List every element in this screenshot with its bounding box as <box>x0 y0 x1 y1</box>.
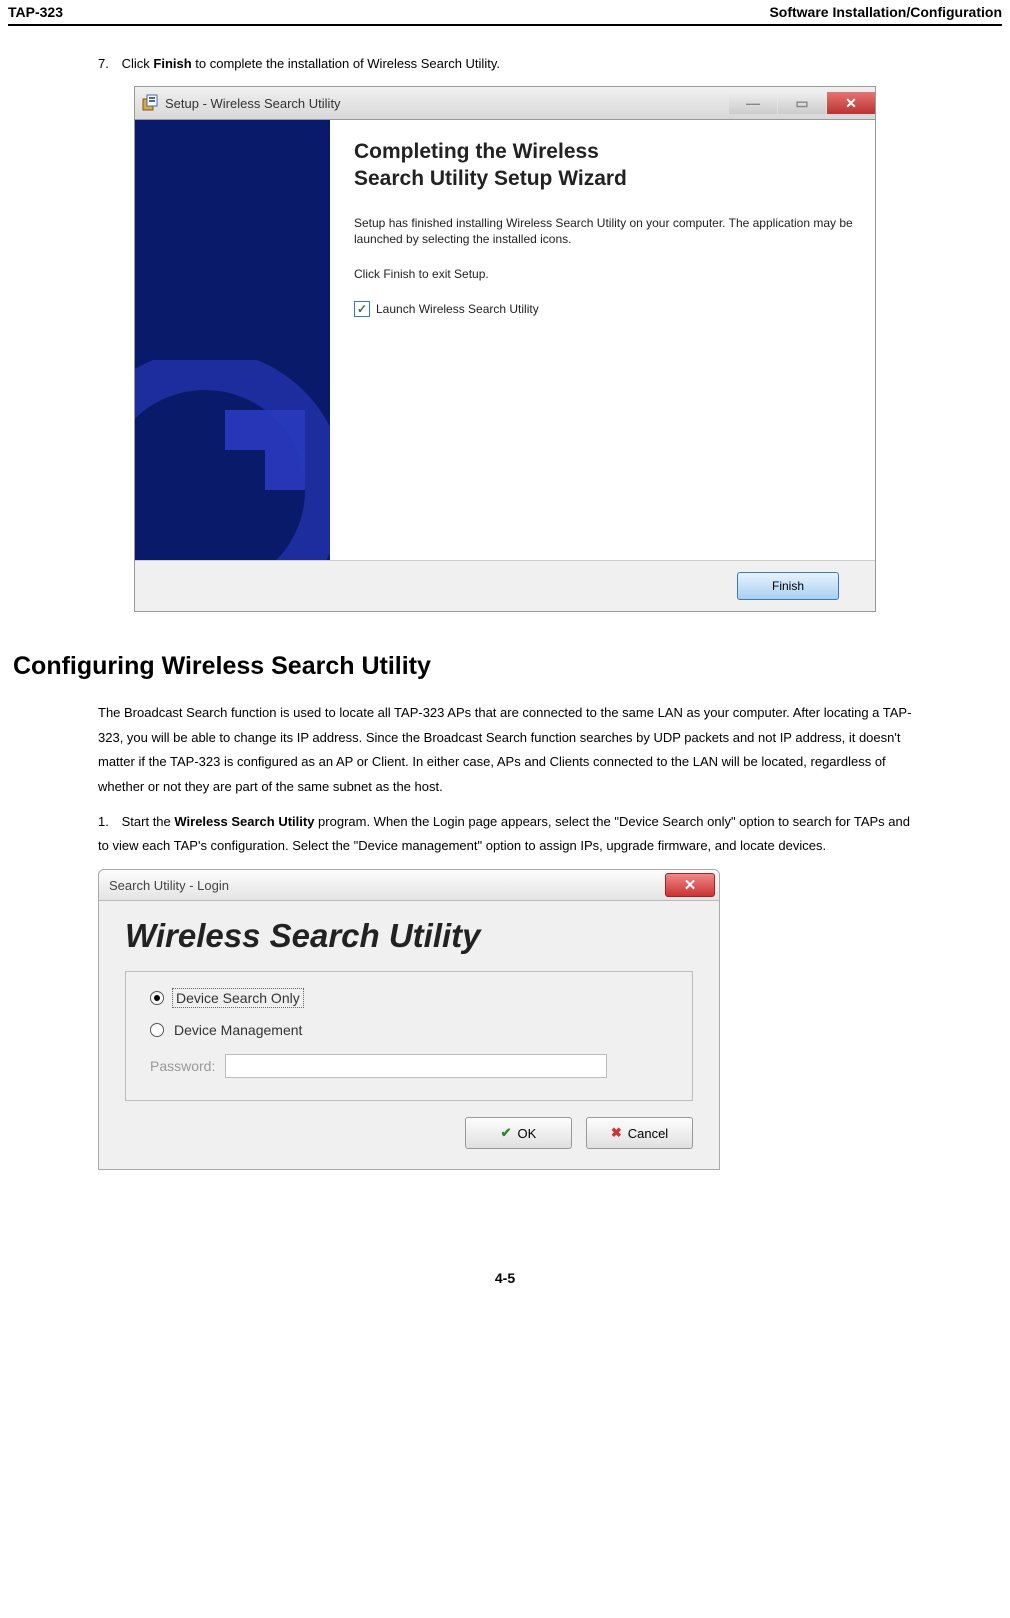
cancel-button[interactable]: ✖ Cancel <box>586 1117 693 1149</box>
cancel-label: Cancel <box>628 1126 668 1141</box>
ok-label: OK <box>518 1126 537 1141</box>
checkbox-label: Launch Wireless Search Utility <box>376 302 539 316</box>
page-number: 4-5 <box>8 1270 1002 1306</box>
step-1-bold: Wireless Search Utility <box>174 814 314 829</box>
step-7-bold: Finish <box>153 56 191 71</box>
close-button[interactable]: ✕ <box>827 92 875 114</box>
password-label: Password: <box>150 1058 215 1074</box>
radio-device-management[interactable]: Device Management <box>150 1022 668 1038</box>
step-1-num: 1. <box>98 810 118 835</box>
header-right: Software Installation/Configuration <box>769 4 1002 20</box>
login-heading: Wireless Search Utility <box>99 901 719 971</box>
title-bar: Setup - Wireless Search Utility — ▭ ✕ <box>135 87 875 120</box>
header-left: TAP-323 <box>8 4 63 20</box>
radio-device-search[interactable]: Device Search Only <box>150 990 668 1006</box>
wizard-para-1: Setup has finished installing Wireless S… <box>354 215 855 249</box>
radio-label-1: Device Search Only <box>174 990 302 1006</box>
maximize-button: ▭ <box>778 92 826 114</box>
login-close-button[interactable]: ✕ <box>665 873 715 897</box>
section-heading: Configuring Wireless Search Utility <box>13 652 912 681</box>
login-options-panel: Device Search Only Device Management Pas… <box>125 971 693 1101</box>
x-icon: ✖ <box>611 1125 622 1141</box>
ok-button[interactable]: ✔ OK <box>465 1117 572 1149</box>
login-window: Search Utility - Login ✕ Wireless Search… <box>98 869 720 1170</box>
radio-label-2: Device Management <box>174 1022 302 1038</box>
password-input[interactable] <box>225 1054 607 1078</box>
setup-wizard-window: Setup - Wireless Search Utility — ▭ ✕ Co <box>134 86 876 612</box>
step-1-prefix: Start the <box>122 814 175 829</box>
minimize-button: — <box>729 92 777 114</box>
step-7-suffix: to complete the installation of Wireless… <box>192 56 500 71</box>
step-7-prefix: Click <box>122 56 154 71</box>
checkbox-checked-icon[interactable]: ✓ <box>354 301 370 317</box>
login-title-bar: Search Utility - Login ✕ <box>99 870 719 901</box>
wizard-side-graphic <box>135 120 330 560</box>
intro-paragraph: The Broadcast Search function is used to… <box>98 701 912 800</box>
login-window-title: Search Utility - Login <box>99 878 665 893</box>
installer-icon <box>141 94 159 112</box>
wizard-heading: Completing the Wireless Search Utility S… <box>354 138 855 193</box>
step-7: 7. Click Finish to complete the installa… <box>98 56 912 71</box>
finish-button[interactable]: Finish <box>737 572 839 600</box>
launch-checkbox-row[interactable]: ✓ Launch Wireless Search Utility <box>354 301 855 317</box>
window-title: Setup - Wireless Search Utility <box>165 96 728 111</box>
step-1: 1. Start the Wireless Search Utility pro… <box>98 810 912 859</box>
wizard-para-2: Click Finish to exit Setup. <box>354 266 855 283</box>
radio-unselected-icon[interactable] <box>150 1023 164 1037</box>
step-7-num: 7. <box>98 56 118 71</box>
radio-selected-icon[interactable] <box>150 991 164 1005</box>
check-icon: ✔ <box>501 1125 512 1141</box>
